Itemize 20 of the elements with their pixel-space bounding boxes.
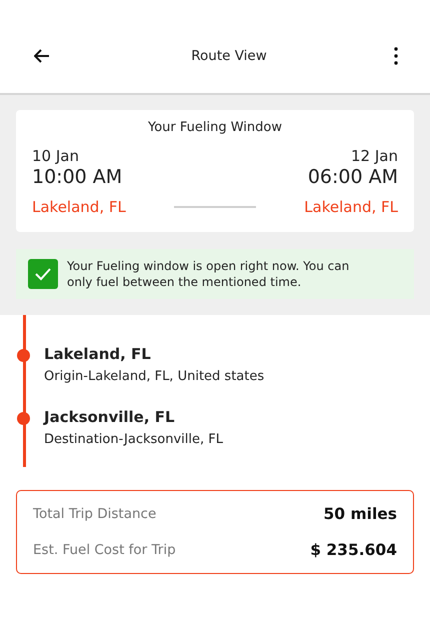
check-icon — [28, 259, 58, 289]
summary-label: Est. Fuel Cost for Trip — [33, 542, 176, 558]
stop-detail: Destination-Jacksonville, FL — [44, 432, 224, 447]
card-title: Your Fueling Window — [147, 120, 283, 135]
stop-name: Jacksonville, FL — [44, 408, 176, 426]
summary-value: $ 235.604 — [310, 541, 397, 559]
back-arrow-icon — [34, 49, 50, 63]
notice-text: Your Fueling window is open right now. You can only fuel between the mentioned time. — [67, 258, 350, 290]
screen-title: Route View — [190, 47, 267, 66]
stop-detail: Origin-Lakeland, FL, United states — [44, 369, 266, 384]
end-date: 12 Jan — [351, 147, 398, 165]
summary-value: 50 miles — [324, 505, 397, 523]
start-time: 10:00 AM — [32, 166, 122, 188]
summary-label: Total Trip Distance — [33, 506, 156, 522]
stop-name: Lakeland, FL — [44, 345, 152, 363]
more-vertical-icon — [394, 47, 398, 65]
start-date: 10 Jan — [32, 147, 79, 165]
end-time: 06:00 AM — [308, 166, 398, 188]
end-place: Lakeland, FL — [304, 198, 398, 216]
start-place: Lakeland, FL — [32, 198, 126, 216]
